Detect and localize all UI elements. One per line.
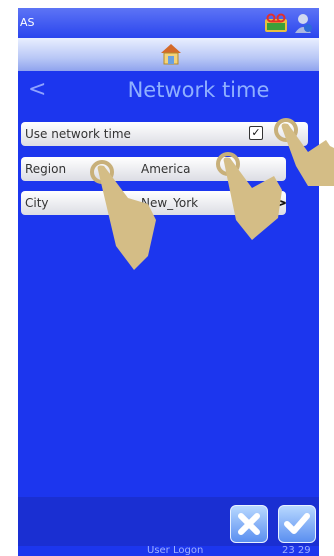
use-network-time-checkbox[interactable]: ✓ (249, 126, 263, 140)
home-bar (18, 38, 319, 71)
use-network-time-label: Use network time (25, 127, 131, 141)
home-icon[interactable] (159, 42, 183, 66)
tap-hand-icon (216, 152, 282, 240)
check-icon (284, 513, 310, 534)
cancel-button[interactable] (230, 505, 268, 543)
device-screen: AS < Network time Use network time ✓ Reg… (18, 8, 319, 556)
region-label: Region (25, 162, 67, 176)
status-bar: AS (18, 8, 319, 38)
page-title: Network time (127, 78, 270, 102)
use-network-time-row[interactable]: Use network time ✓ (21, 122, 308, 146)
footer: User Logon 23 29 (18, 546, 319, 556)
close-icon (238, 513, 260, 535)
clock: 23 29 (282, 545, 311, 556)
confirm-button[interactable] (278, 505, 316, 543)
bottom-bar (18, 497, 319, 546)
person-icon[interactable] (292, 12, 314, 34)
user-initials: AS (20, 16, 35, 29)
city-label: City (25, 196, 49, 210)
voicemail-icon[interactable] (264, 13, 288, 33)
tap-hand-icon (90, 160, 156, 270)
title-row: < Network time (18, 71, 319, 111)
user-logon-status: User Logon (147, 545, 204, 556)
